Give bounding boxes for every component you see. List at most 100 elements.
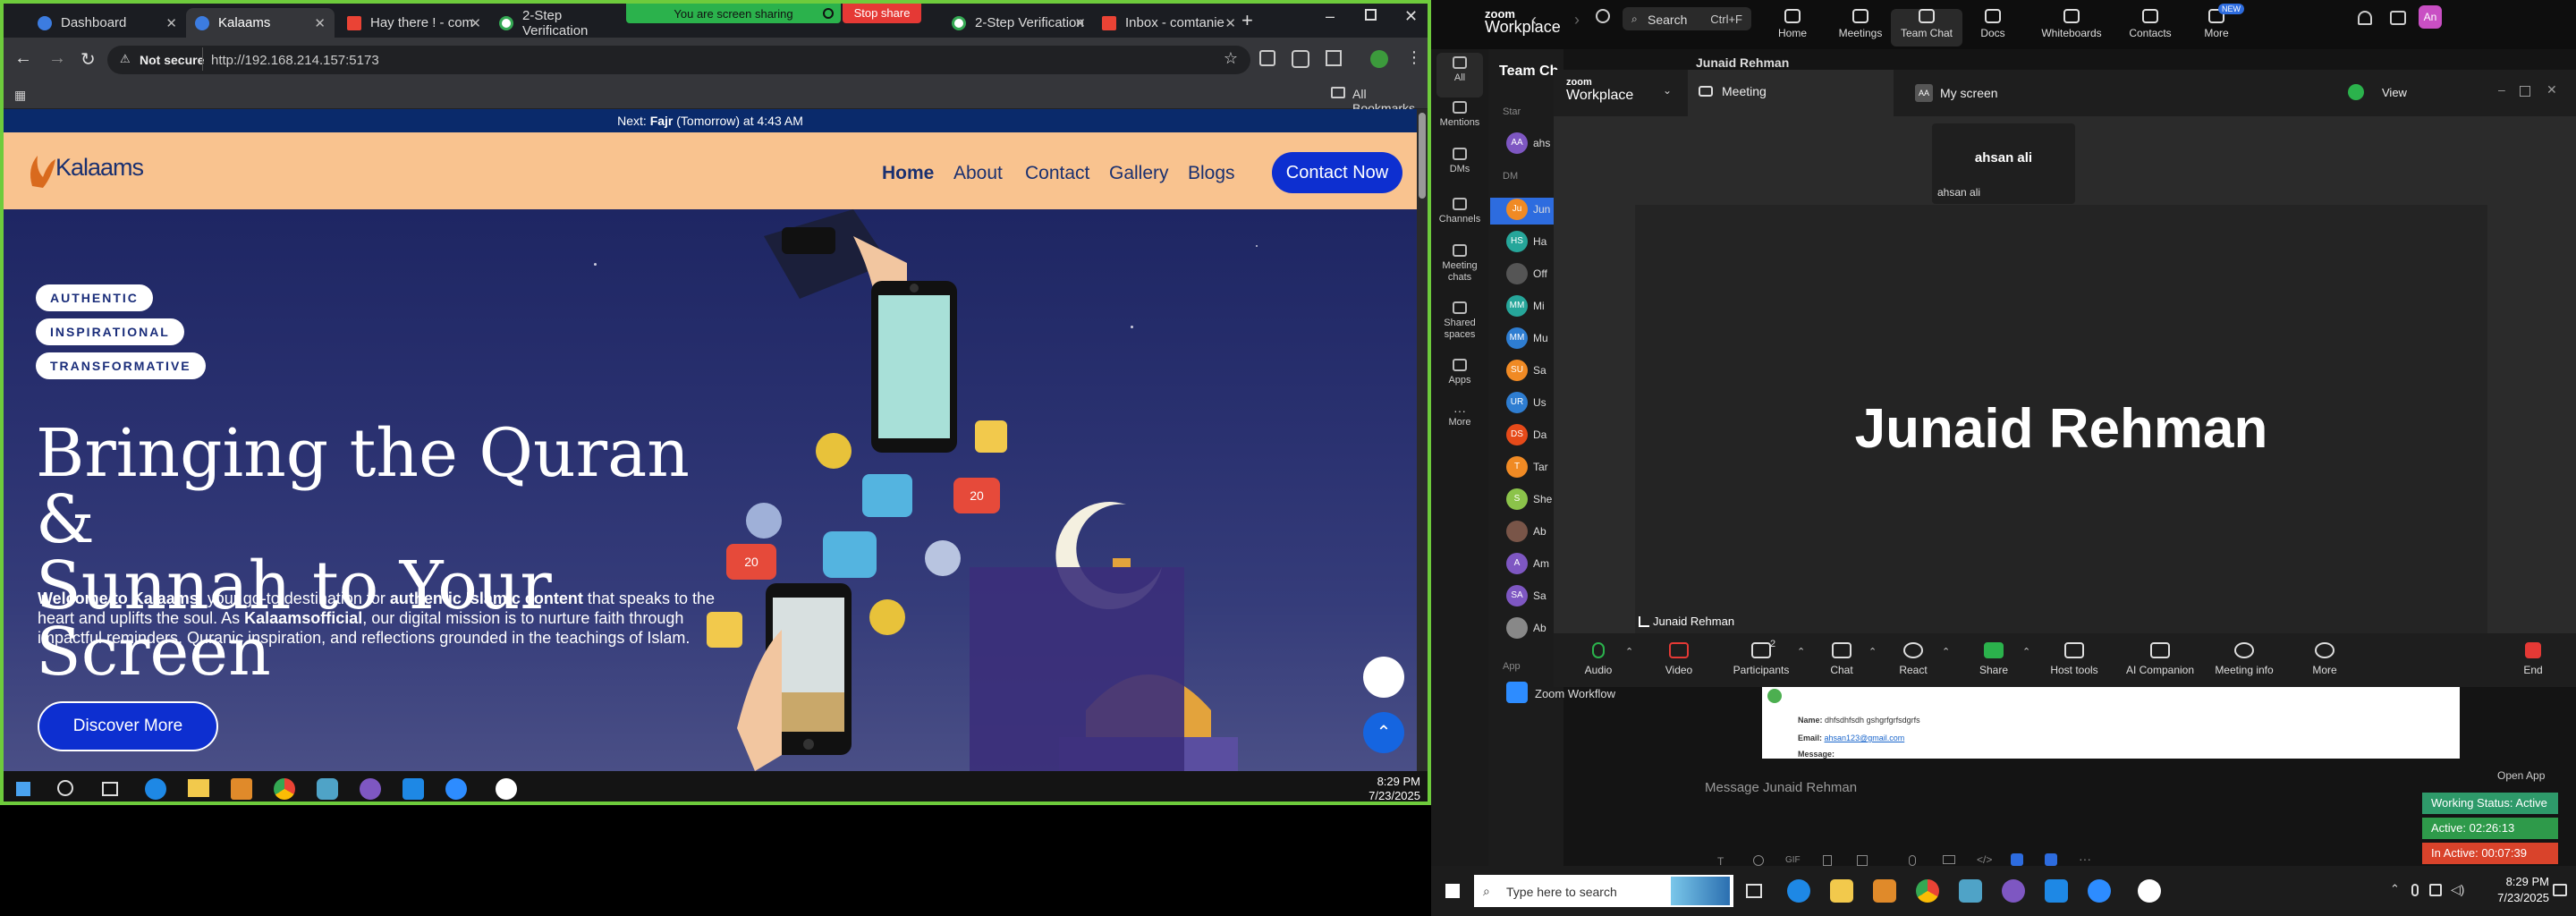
contact-now-button[interactable]: Contact Now [1272, 152, 1402, 193]
emoji-icon[interactable] [1753, 855, 1764, 866]
top-nav-meetings[interactable]: Meetings [1825, 9, 1896, 39]
security-label[interactable]: Not secure [140, 53, 204, 67]
participants-chevron[interactable]: ⌃ [1797, 646, 1805, 657]
react-chevron[interactable]: ⌃ [1942, 646, 1950, 657]
chrome-icon[interactable] [274, 778, 295, 800]
zoom-icon[interactable] [2088, 879, 2111, 903]
top-nav-contacts[interactable]: Contacts [2114, 9, 2186, 39]
contact-name[interactable]: ahs [1533, 137, 1550, 149]
tab-close-icon[interactable]: ✕ [1224, 15, 1236, 31]
contact-name[interactable]: Off [1533, 267, 1547, 280]
side-meeting-chats[interactable]: Meeting chats [1431, 244, 1488, 284]
scrollbar-thumb[interactable] [1419, 113, 1426, 199]
contact-name[interactable]: Am [1533, 557, 1549, 570]
zoom-app-icon[interactable] [2045, 853, 2057, 866]
meeting-info-button[interactable]: Meeting info [2199, 642, 2289, 676]
top-nav-whiteboards[interactable]: Whiteboards [2036, 9, 2107, 39]
side-mentions[interactable]: Mentions [1431, 101, 1488, 129]
contact-name[interactable]: She [1533, 493, 1552, 505]
apps-grid-icon[interactable]: ▦ [14, 88, 26, 103]
history-icon[interactable] [1596, 9, 1610, 23]
bookmark-star-icon[interactable]: ☆ [1224, 49, 1238, 68]
back-icon[interactable]: ← [14, 48, 32, 69]
zoom-icon[interactable] [445, 778, 467, 800]
side-channels[interactable]: Channels [1431, 198, 1488, 225]
tab-my-screen[interactable]: AA My screen [1904, 70, 2208, 116]
contact-name[interactable]: Jun [1533, 203, 1550, 216]
more-button[interactable]: More [2289, 642, 2360, 676]
close-window-icon[interactable]: ✕ [1404, 7, 1418, 26]
tab-close-icon[interactable]: ✕ [470, 15, 481, 31]
participants-button[interactable]: Participants [1725, 642, 1797, 676]
task-view-icon[interactable] [1746, 884, 1762, 898]
section-starred[interactable]: Star [1503, 106, 1521, 117]
contact-name[interactable]: Ab [1533, 622, 1546, 634]
chevron-up-icon[interactable]: ⌃ [2390, 882, 2400, 896]
audio-options-chevron[interactable]: ⌃ [1625, 646, 1633, 657]
tab-close-icon[interactable]: ✕ [314, 15, 326, 31]
microphone-icon[interactable] [2411, 884, 2419, 896]
share-button[interactable]: Share [1958, 642, 2029, 676]
contact-name[interactable]: Ab [1533, 525, 1546, 538]
edge-icon[interactable] [1787, 879, 1810, 903]
windows-start-icon[interactable] [1445, 884, 1460, 898]
tab-2step-1[interactable]: 2-Step Verification [490, 8, 633, 38]
chat-chevron[interactable]: ⌃ [1868, 646, 1877, 657]
tab-meeting[interactable]: Meeting [1688, 70, 1894, 116]
maximize-icon[interactable] [2520, 86, 2530, 97]
extension-icon[interactable] [1259, 50, 1275, 66]
screenshot-icon[interactable] [1857, 855, 1868, 866]
nav-contact[interactable]: Contact [1025, 163, 1089, 184]
tab-2step-2[interactable]: 2-Step Verification ✕ [943, 8, 1095, 38]
nav-blogs[interactable]: Blogs [1188, 163, 1235, 184]
user-avatar[interactable]: An [2419, 5, 2442, 29]
top-nav-home[interactable]: Home [1757, 9, 1828, 39]
chevron-down-icon[interactable]: ⌄ [1663, 84, 1672, 97]
contact-name[interactable]: Tar [1533, 461, 1548, 473]
share-chevron[interactable]: ⌃ [2022, 646, 2030, 657]
side-dms[interactable]: DMs [1431, 148, 1488, 175]
back-to-top-button[interactable]: ⌃ [1363, 712, 1404, 753]
app-icon[interactable] [496, 778, 517, 800]
vscode-icon[interactable] [2045, 879, 2068, 903]
notifications-icon[interactable] [2553, 884, 2567, 896]
app-icon[interactable] [2138, 879, 2161, 903]
stop-share-button[interactable]: Stop share [843, 4, 921, 23]
view-button[interactable]: View [2382, 86, 2407, 99]
contact-name[interactable]: Us [1533, 396, 1546, 409]
contact-name[interactable]: Da [1533, 428, 1546, 441]
windows-start-icon[interactable] [16, 782, 30, 796]
email-preview-card[interactable]: Name: dhfsdhfsdh gshgrfgrfsdgrfs Email: … [1762, 687, 2460, 759]
contact-name[interactable]: Sa [1533, 589, 1546, 602]
section-apps[interactable]: App [1503, 661, 1521, 672]
zoom-search-box[interactable]: ⌕ Search Ctrl+F [1623, 7, 1751, 30]
maximize-icon[interactable] [1365, 9, 1377, 21]
host-tools-button[interactable]: Host tools [2038, 642, 2110, 676]
nav-gallery[interactable]: Gallery [1109, 163, 1169, 184]
side-all[interactable]: All [1431, 56, 1488, 84]
bell-icon[interactable] [2358, 11, 2372, 25]
chrome-icon[interactable] [1916, 879, 1939, 903]
nav-home[interactable]: Home [882, 163, 934, 184]
volume-icon[interactable]: ◁) [2451, 882, 2464, 897]
reload-icon[interactable]: ↻ [80, 48, 96, 71]
forward-icon[interactable]: → [48, 48, 66, 69]
forward-icon[interactable]: › [1574, 11, 1580, 30]
tab-gmail[interactable]: Hay there ! - com ✕ [338, 8, 490, 38]
network-icon[interactable] [2429, 884, 2442, 896]
calendar-icon[interactable] [2390, 11, 2406, 25]
file-explorer-icon[interactable] [188, 779, 209, 797]
minimize-icon[interactable]: – [2498, 82, 2505, 97]
edge-icon[interactable] [145, 778, 166, 800]
top-nav-docs[interactable]: Docs [1957, 9, 2029, 39]
zoom-workflow-item[interactable]: Zoom Workflow [1535, 687, 1615, 700]
store-icon[interactable] [1873, 879, 1896, 903]
chat-button[interactable]: Chat [1806, 642, 1877, 676]
app-icon[interactable] [1959, 879, 1982, 903]
more-dots-icon[interactable]: ··· [2079, 852, 2091, 866]
zoom-app-icon[interactable] [2011, 853, 2023, 866]
scroll-up-fab[interactable] [1363, 657, 1404, 698]
contact-name[interactable]: Ha [1533, 235, 1546, 248]
tab-inbox[interactable]: Inbox - comtanie ✕ [1093, 8, 1245, 38]
audio-button[interactable]: Audio [1563, 642, 1634, 676]
